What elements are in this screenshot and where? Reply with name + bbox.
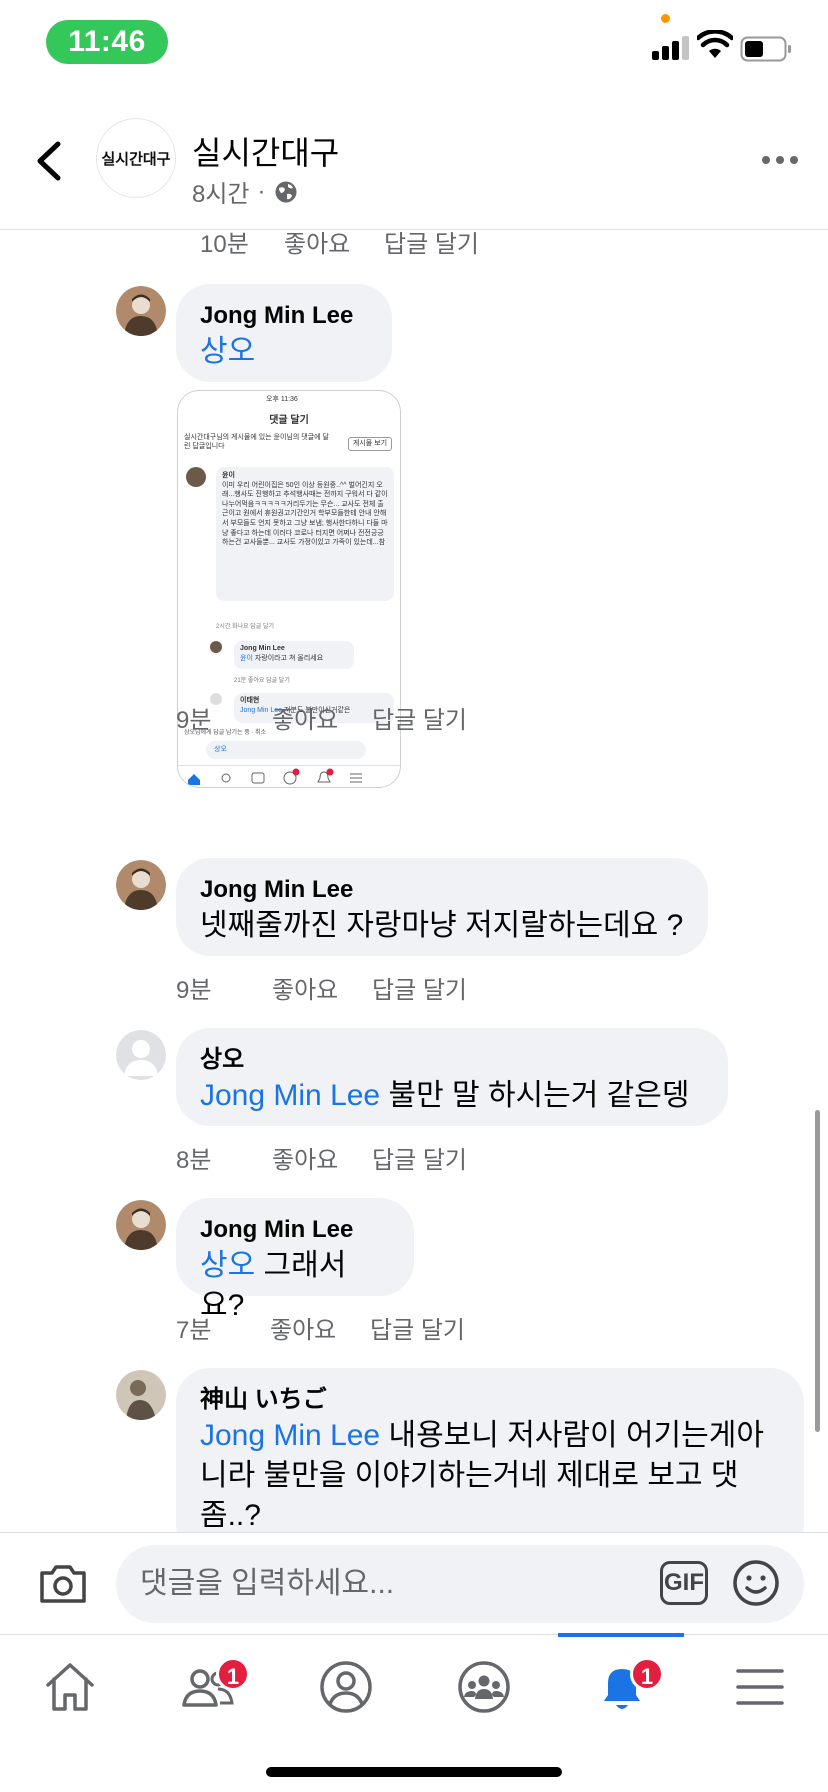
like-button[interactable]: 좋아요 <box>272 1140 372 1175</box>
mention-link[interactable]: Jong Min Lee <box>200 1079 380 1112</box>
attachment-text: 이미 우리 어린이집은 50인 이상 등원중..^^ 벌어긴지 오래...행사도… <box>222 481 388 547</box>
scrollbar[interactable] <box>815 1110 820 1432</box>
comment-bubble[interactable]: 상오 Jong Min Lee 불만 말 하시는거 같은뎅 <box>176 1028 728 1126</box>
reply-button[interactable]: 답글 달기 <box>372 970 467 1005</box>
tab-home[interactable] <box>20 1649 120 1729</box>
page-name[interactable]: 실시간대구 <box>192 128 339 174</box>
mention-link[interactable]: Jong Min Lee <box>200 1419 380 1452</box>
attachment-meta: 2시간 화나요 답글 달기 <box>216 624 275 630</box>
mention-link[interactable]: 상오 <box>200 1249 255 1282</box>
comment-time: 7분 <box>176 1317 212 1344</box>
active-tab-indicator <box>558 1633 684 1637</box>
comment-meta: 9분 좋아요 답글 달기 <box>176 970 467 1005</box>
avatar[interactable] <box>116 286 166 336</box>
comment-text: 내용보니 저사람이 어기는게아 <box>388 1419 764 1452</box>
tab-profile[interactable] <box>296 1649 396 1729</box>
wifi-icon <box>697 30 733 58</box>
status-bar: 11:46 <box>0 0 828 96</box>
avatar[interactable] <box>116 860 166 910</box>
reply-button[interactable]: 답글 달기 <box>384 230 479 259</box>
bottom-tab-bar: 1 1 <box>0 1633 828 1792</box>
avatar[interactable] <box>116 1370 166 1420</box>
camera-icon[interactable] <box>38 1563 88 1605</box>
friends-badge: 1 <box>216 1657 250 1691</box>
battery-icon <box>740 36 791 62</box>
comment-time: 9분 <box>176 977 212 1004</box>
attachment-text: 자랑이라고 쳐 올리세요 <box>254 655 324 662</box>
attachment-meta: 21분 좋아요 답글 달기 <box>234 678 290 684</box>
like-button[interactable]: 좋아요 <box>272 970 372 1005</box>
attachment-input: 상오 <box>206 741 366 759</box>
home-indicator <box>266 1767 562 1777</box>
post-meta: 8시간 · <box>192 174 298 209</box>
comments-list[interactable]: 10분 좋아요 답글 달기 Jong Min Lee 상오 오후 11:36 댓… <box>0 230 828 1532</box>
attachment-comment-bubble: 윤이 이미 우리 어린이집은 50인 이상 등원중..^^ 벌어긴지 오래...… <box>216 467 394 601</box>
attachment-avatar <box>210 641 222 653</box>
groups-icon <box>458 1661 510 1713</box>
attachment-author: 윤이 <box>222 472 235 479</box>
status-time: 11:46 <box>46 20 168 64</box>
page-avatar[interactable]: 실시간대구 <box>96 118 176 198</box>
comment-author[interactable]: Jong Min Lee <box>200 300 368 332</box>
attachment-context: 실시간대구님의 게시물에 있는 윤이님의 댓글에 달린 답글입니다 <box>184 434 329 450</box>
comment-author[interactable]: Jong Min Lee <box>200 1214 390 1246</box>
reply-button[interactable]: 답글 달기 <box>372 700 467 735</box>
post-time: 8시간 <box>192 181 250 208</box>
notifications-badge: 1 <box>630 1657 664 1691</box>
attachment-tabbar <box>178 765 400 787</box>
like-button[interactable]: 좋아요 <box>284 230 384 259</box>
attachment-status-time: 오후 11:36 <box>266 396 298 403</box>
comment-text: 좀..? <box>200 1499 261 1532</box>
back-button[interactable] <box>30 138 70 184</box>
menu-icon <box>736 1669 784 1705</box>
comment-bubble[interactable]: Jong Min Lee 상오 그래서요? <box>176 1198 414 1322</box>
attachment-title: 댓글 달기 <box>269 415 309 426</box>
like-button[interactable]: 좋아요 <box>272 700 372 735</box>
avatar[interactable] <box>116 1200 166 1250</box>
more-options-icon[interactable] <box>760 150 800 170</box>
attachment-author: Jong Min Lee <box>240 645 285 652</box>
comment-author[interactable]: 상오 <box>200 1044 704 1076</box>
reply-button[interactable]: 답글 달기 <box>370 1310 465 1345</box>
comment-meta: 7분 좋아요 답글 달기 <box>176 1310 465 1345</box>
comment-composer: GIF <box>0 1532 828 1634</box>
gif-button[interactable]: GIF <box>660 1561 708 1605</box>
comment-time: 10분 <box>200 231 249 258</box>
attachment-mention: 윤이 <box>240 655 253 662</box>
reply-button[interactable]: 답글 달기 <box>372 1140 467 1175</box>
comment-meta: 8분 좋아요 답글 달기 <box>176 1140 467 1175</box>
comment-text: 불만 말 하시는거 같은뎅 <box>388 1079 690 1112</box>
home-icon <box>46 1663 94 1711</box>
mention-link[interactable]: 상오 <box>200 335 255 368</box>
emoji-icon[interactable] <box>732 1559 780 1607</box>
globe-icon <box>275 181 297 202</box>
attachment-input-text: 상오 <box>214 746 227 753</box>
attachment-avatar <box>186 467 206 487</box>
tab-notifications[interactable]: 1 <box>572 1649 672 1729</box>
privacy-indicator-dot <box>661 14 670 23</box>
comment-bubble[interactable]: Jong Min Lee 상오 <box>176 284 392 382</box>
comment-text: 니라 불만을 이야기하는거네 제대로 보고 댓 <box>200 1459 739 1492</box>
comment-time: 8분 <box>176 1147 212 1174</box>
comment-text: 넷째줄까진 자랑마냥 저지랄하는데요 ? <box>200 909 684 942</box>
attachment-comment-bubble: Jong Min Lee 윤이 자랑이라고 쳐 올리세요 <box>234 641 354 669</box>
profile-icon <box>320 1661 372 1713</box>
comment-author[interactable]: 神山 いちご <box>200 1384 780 1416</box>
comment-bubble[interactable]: 神山 いちご Jong Min Lee 내용보니 저사람이 어기는게아 니라 불… <box>176 1368 804 1532</box>
tab-groups[interactable] <box>434 1649 534 1729</box>
comment-meta: 10분 좋아요 답글 달기 <box>200 230 479 259</box>
attachment-tab-icons <box>188 768 362 785</box>
comment-time: 9분 <box>176 707 212 734</box>
attachment-view-post-button: 게시물 보기 <box>348 437 392 451</box>
tab-friends[interactable]: 1 <box>158 1649 258 1729</box>
avatar[interactable] <box>116 1030 166 1080</box>
cellular-signal-icon <box>652 34 690 60</box>
post-header: 실시간대구 실시간대구 8시간 · <box>0 96 828 230</box>
tab-menu[interactable] <box>710 1649 810 1729</box>
comment-meta: 9분 좋아요 답글 달기 <box>176 700 467 735</box>
meta-separator: · <box>257 177 266 205</box>
like-button[interactable]: 좋아요 <box>270 1310 370 1345</box>
comment-author[interactable]: Jong Min Lee <box>200 874 684 906</box>
comment-bubble[interactable]: Jong Min Lee 넷째줄까진 자랑마냥 저지랄하는데요 ? <box>176 858 708 956</box>
